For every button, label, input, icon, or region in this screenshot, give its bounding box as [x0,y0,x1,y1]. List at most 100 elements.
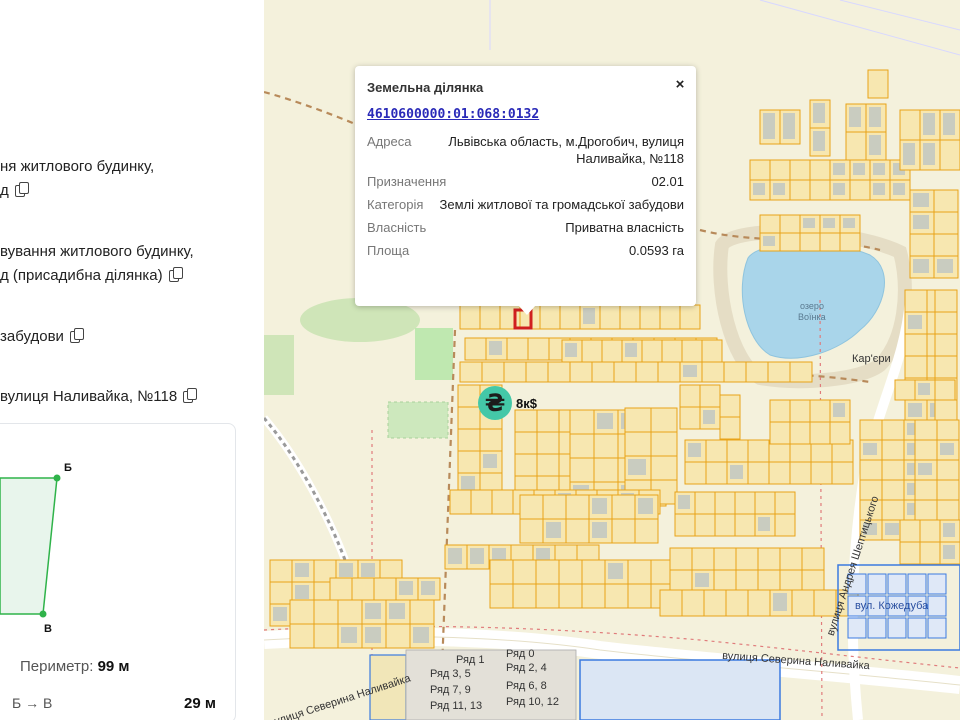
land-parcel[interactable] [569,433,595,459]
land-parcel[interactable] [934,333,958,357]
land-parcel[interactable] [581,559,606,585]
land-parcel[interactable] [613,361,637,383]
land-parcel[interactable] [558,583,583,609]
copy-icon[interactable] [183,388,198,403]
land-parcel[interactable] [914,439,938,461]
land-parcel[interactable] [899,541,921,565]
blue-zone-parcel[interactable] [927,595,947,617]
land-parcel[interactable] [933,211,959,235]
land-parcel[interactable] [779,214,801,234]
land-parcel[interactable] [904,355,928,379]
land-parcel[interactable] [881,439,905,461]
land-parcel[interactable] [934,355,958,379]
land-parcel[interactable] [351,577,375,601]
land-parcel[interactable] [593,457,619,483]
land-parcel[interactable] [691,547,715,571]
land-parcel[interactable] [634,518,659,544]
land-parcel[interactable] [809,159,831,181]
land-parcel[interactable] [459,361,483,383]
land-parcel[interactable] [659,589,683,617]
land-parcel[interactable] [479,304,501,330]
land-parcel[interactable] [934,311,958,335]
copy-icon[interactable] [14,182,29,197]
land-parcel[interactable] [774,513,796,537]
land-parcel[interactable] [819,232,841,252]
pin-price-label[interactable]: 8к$ [516,396,537,411]
land-parcel[interactable] [539,304,561,330]
land-parcel[interactable] [565,518,590,544]
land-parcel[interactable] [914,479,938,501]
land-parcel[interactable] [914,419,938,441]
land-parcel[interactable] [457,428,481,452]
land-parcel[interactable] [627,583,652,609]
land-parcel[interactable] [569,361,593,383]
land-parcel[interactable] [914,499,938,521]
copy-icon[interactable] [69,328,84,343]
land-parcel[interactable] [514,409,538,433]
land-parcel[interactable] [559,304,581,330]
land-parcel[interactable] [919,541,941,565]
land-parcel[interactable] [593,433,619,459]
land-parcel[interactable] [809,399,831,423]
land-parcel[interactable] [723,361,747,383]
land-parcel[interactable] [581,339,603,363]
land-parcel[interactable] [779,569,803,593]
land-parcel[interactable] [694,513,716,537]
blue-zone-parcel[interactable] [927,573,947,595]
land-parcel[interactable] [789,421,811,445]
land-parcel[interactable] [829,421,851,445]
land-parcel[interactable] [479,428,503,452]
blue-zone-parcel[interactable] [847,617,867,639]
land-parcel[interactable] [934,289,958,313]
land-parcel[interactable] [639,304,661,330]
land-parcel[interactable] [735,547,759,571]
land-parcel[interactable] [481,361,505,383]
land-parcel[interactable] [757,569,781,593]
land-parcel[interactable] [801,569,825,593]
blue-zone-parcel[interactable] [887,573,907,595]
land-parcel[interactable] [535,559,560,585]
land-parcel[interactable] [789,159,811,181]
land-parcel[interactable] [789,399,811,423]
land-parcel[interactable] [703,589,727,617]
land-parcel[interactable] [512,559,537,585]
land-parcel[interactable] [669,547,693,571]
land-parcel[interactable] [769,159,791,181]
land-parcel[interactable] [919,519,941,543]
land-parcel[interactable] [713,569,737,593]
land-parcel[interactable] [881,419,905,441]
land-parcel[interactable] [904,333,928,357]
land-parcel[interactable] [779,232,801,252]
land-parcel[interactable] [519,494,544,520]
land-parcel[interactable] [536,409,560,433]
land-parcel[interactable] [705,461,728,485]
land-parcel[interactable] [747,439,770,463]
land-parcel[interactable] [768,461,791,485]
land-parcel[interactable] [525,361,549,383]
land-parcel[interactable] [591,361,615,383]
land-parcel[interactable] [269,559,293,583]
land-parcel[interactable] [385,623,411,649]
land-parcel[interactable] [881,499,905,521]
land-parcel[interactable] [779,547,803,571]
land-parcel[interactable] [503,361,527,383]
land-parcel[interactable] [289,623,315,649]
land-parcel[interactable] [757,547,781,571]
land-parcel[interactable] [934,379,956,401]
land-parcel[interactable] [774,491,796,515]
land-parcel[interactable] [547,361,571,383]
land-parcel[interactable] [599,304,621,330]
land-parcel[interactable] [735,569,759,593]
land-parcel[interactable] [650,407,678,433]
land-parcel[interactable] [373,577,397,601]
land-parcel[interactable] [536,431,560,455]
land-parcel[interactable] [506,337,529,361]
land-parcel[interactable] [934,399,958,423]
land-parcel[interactable] [809,421,831,445]
land-parcel[interactable] [939,139,960,171]
land-parcel[interactable] [767,361,791,383]
land-parcel[interactable] [657,361,681,383]
land-parcel[interactable] [269,581,293,605]
land-parcel[interactable] [701,339,723,363]
blue-zone-parcel[interactable] [867,573,887,595]
